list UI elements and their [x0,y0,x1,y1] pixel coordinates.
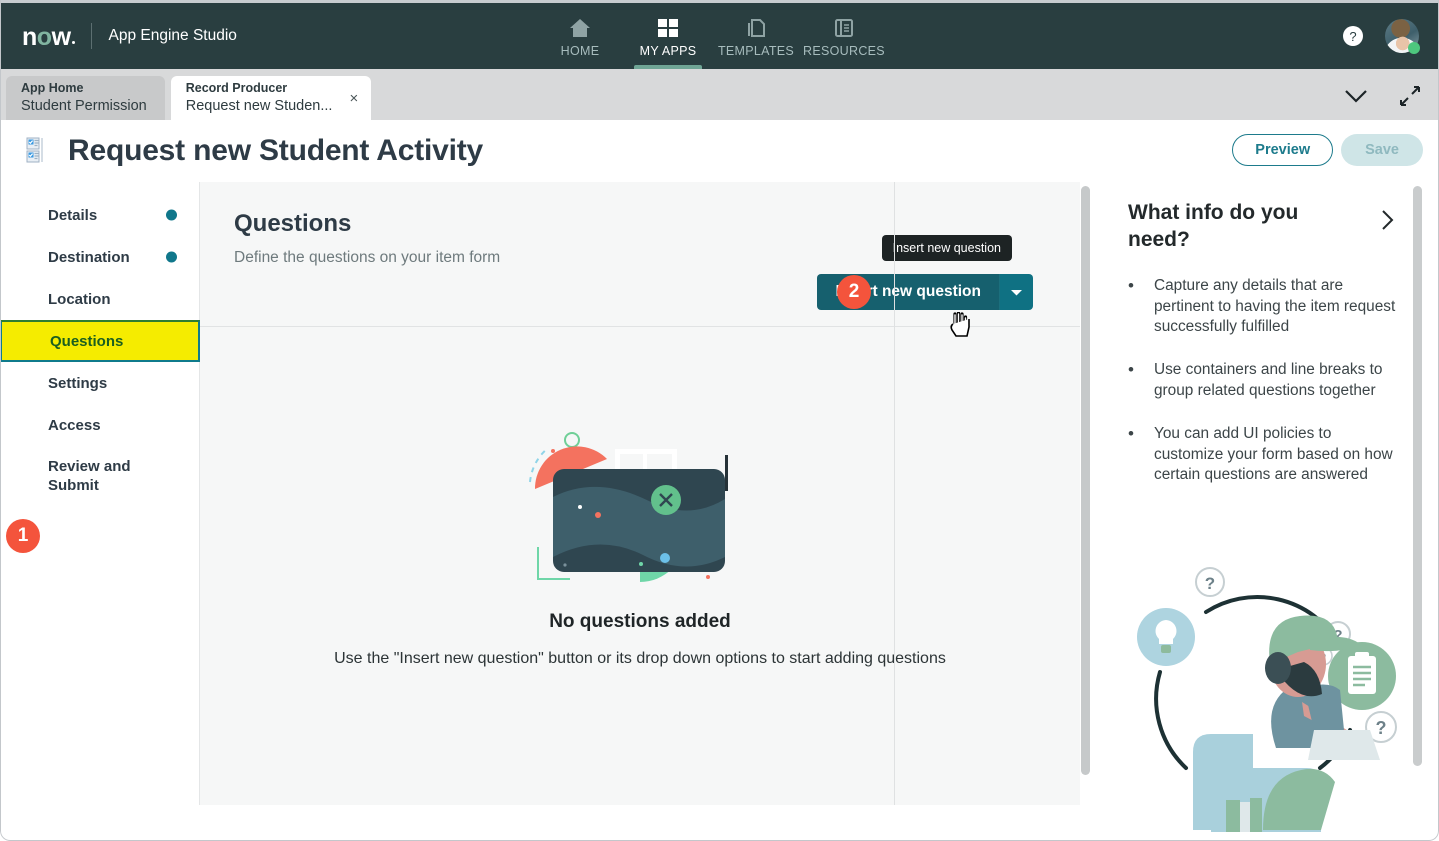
preview-button[interactable]: Preview [1232,134,1334,166]
status-dot-details [166,209,177,221]
sidebar-item-details[interactable]: Details [0,194,199,236]
main-panel-scrollbar[interactable] [1081,186,1090,775]
tab-strip: App Home Student Permission Record Produ… [0,69,1439,120]
bullet-dot-icon: • [1128,275,1134,295]
help-icon[interactable]: ? [1343,26,1363,46]
tab-app-home[interactable]: App Home Student Permission [6,76,165,120]
sidebar-item-questions[interactable]: Questions [0,320,200,362]
svg-text:?: ? [1376,718,1387,738]
brand-zone: now App Engine Studio [0,3,237,69]
annotation-badge-2: 2 [837,275,871,309]
tab-record-producer-labels: Record Producer Request new Studen... [186,81,333,115]
grid-icon [656,17,680,39]
page-title: Request new Student Activity [68,134,484,167]
top-navigation-bar: now App Engine Studio HOME MY APPS TEMPL… [0,3,1439,69]
step-sidebar: Details Destination Location Questions S… [0,182,200,805]
sidebar-label-review-and-submit: Review and Submit [48,457,131,494]
chevron-down-icon[interactable] [1343,88,1369,109]
resources-icon [832,17,856,39]
chevron-right-icon[interactable] [1380,208,1396,237]
questions-heading: Questions [234,210,352,237]
questions-empty-state: No questions added Use the "Insert new q… [200,327,1080,668]
empty-state-illustration [520,427,760,587]
now-logo[interactable]: now [22,24,75,50]
close-icon[interactable]: × [346,90,361,107]
status-dot-destination [166,251,177,263]
insert-question-tooltip: Insert new question [881,235,1012,261]
brand-divider [90,23,92,49]
bullet-dot-icon: • [1128,423,1134,443]
sidebar-label-destination: Destination [48,248,130,266]
body-area: Details Destination Location Questions S… [0,182,1439,837]
sidebar-label-questions: Questions [50,332,124,350]
panel-divider [894,182,895,805]
insert-question-dropdown-button[interactable] [999,274,1033,310]
home-icon [568,17,592,39]
expand-icon[interactable] [1399,85,1421,112]
nav-item-home[interactable]: HOME [536,3,624,69]
sidebar-item-access[interactable]: Access [0,404,199,446]
empty-state-title: No questions added [549,611,731,632]
avatar[interactable] [1385,19,1420,54]
sidebar-label-location: Location [48,290,111,308]
templates-icon [744,17,768,39]
tab-app-home-labels: App Home Student Permission [21,81,147,115]
title-actions: Preview Save [1232,134,1423,166]
info-panel: What info do you need? • Capture any det… [1100,182,1420,837]
info-panel-scrollbar[interactable] [1413,186,1422,766]
page-title-bar: Request new Student Activity Preview Sav… [0,120,1439,182]
tab-strip-controls [1343,85,1421,112]
annotation-badge-1: 1 [6,519,40,553]
questions-panel: Questions Define the questions on your i… [200,182,1080,805]
topbar-right-actions: ? [1343,3,1420,69]
avatar-online-status [1408,42,1420,54]
empty-state-subtitle: Use the "Insert new question" button or … [334,650,946,667]
caret-down-icon [1011,289,1022,295]
questions-header: Questions Define the questions on your i… [200,182,1080,327]
record-producer-icon [24,136,58,166]
sidebar-label-details: Details [48,206,98,224]
nav-label-templates: TEMPLATES [717,44,795,58]
app-window: now App Engine Studio HOME MY APPS TEMPL… [0,0,1439,841]
info-bullet-item: • Use containers and line breaks to grou… [1128,360,1396,402]
info-panel-header: What info do you need? [1128,200,1396,254]
nav-item-templates[interactable]: TEMPLATES [712,3,800,69]
app-name-label: App Engine Studio [108,27,237,44]
sidebar-item-review-and-submit[interactable]: Review and Submit [0,446,199,506]
tab-record-producer-type: Record Producer [185,81,288,96]
tab-app-home-name: Student Permission [21,97,147,114]
nav-label-home: HOME [560,44,600,58]
sidebar-label-settings: Settings [48,374,108,392]
svg-text:?: ? [1205,574,1215,593]
nav-label-resources: RESOURCES [803,44,885,58]
info-bullet-item: • You can add UI policies to customize y… [1128,424,1396,486]
bullet-dot-icon: • [1128,360,1134,380]
tab-app-home-type: App Home [21,81,84,96]
save-button[interactable]: Save [1341,134,1423,166]
info-bullet-text: Use containers and line breaks to group … [1154,361,1383,399]
sidebar-item-destination[interactable]: Destination [0,236,199,278]
sidebar-item-location[interactable]: Location [0,278,199,320]
tab-record-producer[interactable]: Record Producer Request new Studen... × [170,76,372,120]
sidebar-label-access: Access [48,416,101,434]
tab-record-producer-name: Request new Studen... [185,97,333,114]
info-bullet-text: Capture any details that are pertinent t… [1154,276,1396,336]
info-panel-title: What info do you need? [1128,201,1299,251]
sidebar-item-settings[interactable]: Settings [0,362,199,404]
info-bullet-item: • Capture any details that are pertinent… [1128,276,1396,338]
info-panel-illustration: ? ? ? ? [1118,552,1418,832]
nav-item-resources[interactable]: RESOURCES [800,3,888,69]
info-bullet-text: You can add UI policies to customize you… [1154,424,1393,484]
nav-item-my-apps[interactable]: MY APPS [624,3,712,69]
primary-nav: HOME MY APPS TEMPLATES RESOURCES [536,3,888,69]
info-panel-bullet-list: • Capture any details that are pertinent… [1128,276,1396,486]
